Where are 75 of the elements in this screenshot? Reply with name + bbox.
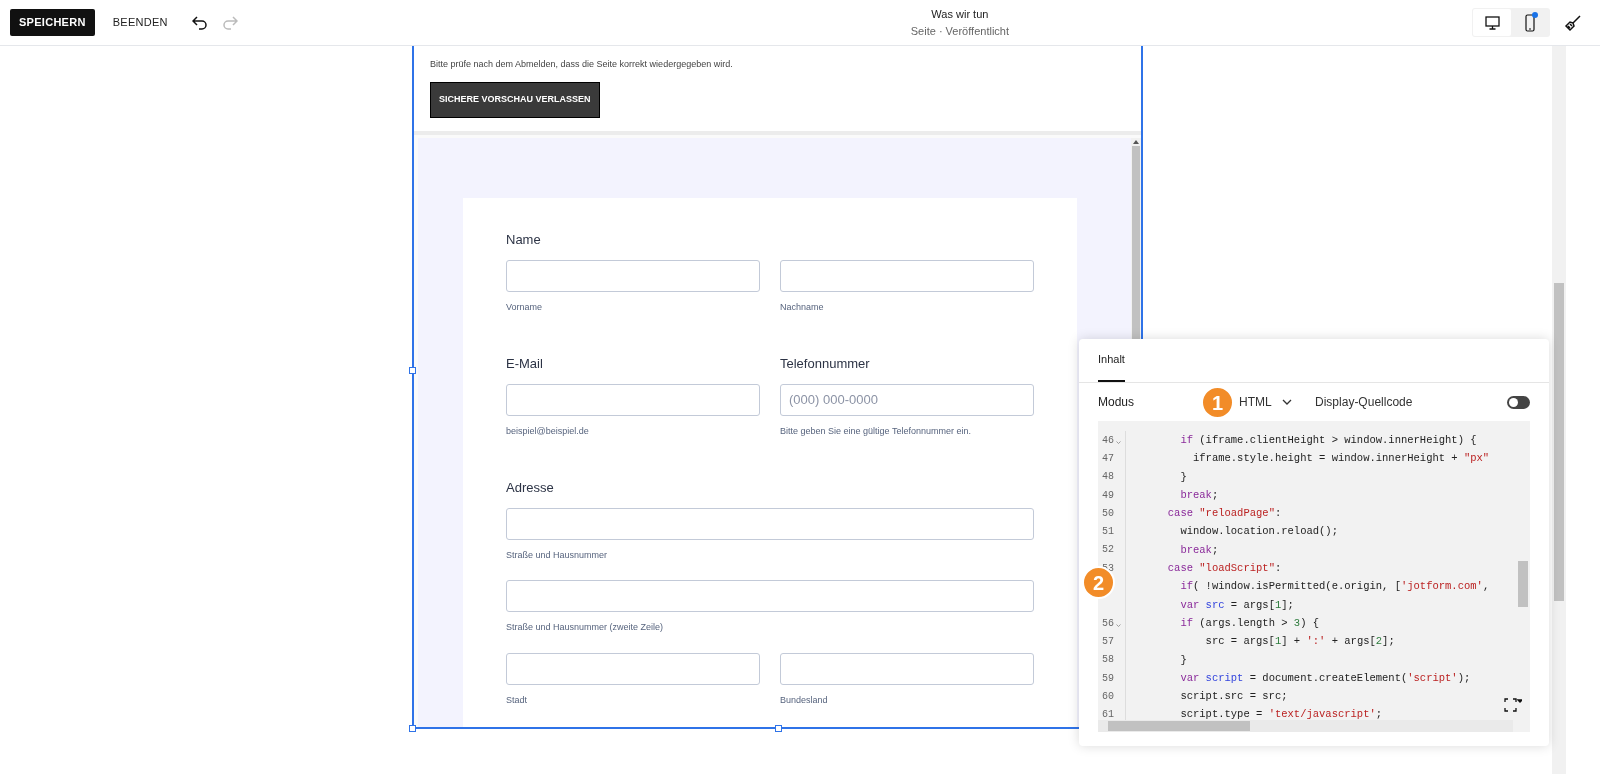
resize-handle[interactable] (409, 367, 416, 374)
page-status: Seite · Veröffentlicht (910, 23, 1009, 39)
line-number: 49 (1102, 488, 1114, 503)
field-hint: Nachname (780, 300, 825, 314)
code-line: break; (1179, 542, 1219, 558)
code-line: src = args[1] + ':' + args[2]; (1204, 634, 1395, 650)
line-number: 48 (1102, 470, 1114, 485)
save-button[interactable]: SPEICHERN (10, 9, 95, 36)
paintbrush-icon[interactable] (1564, 13, 1582, 32)
exit-preview-button[interactable]: SICHERE VORSCHAU VERLASSEN (430, 81, 600, 118)
text-field[interactable] (506, 507, 1034, 540)
field-label: E-Mail (506, 355, 544, 373)
scrollbar-thumb[interactable] (1108, 721, 1250, 731)
mode-label: Modus (1098, 394, 1135, 411)
redo-icon[interactable] (221, 15, 238, 30)
code-line: if( !window.isPermitted(e.origin, ['jotform.com', (1179, 579, 1490, 595)
field-label: Telefonnummer (780, 355, 870, 373)
line-number: 61 (1102, 708, 1114, 723)
notice-text: Bitte prüfe nach dem Abmelden, dass die Seite korrekt wiedergegeben wird. (430, 58, 734, 71)
code-line: iframe.style.height = window.innerHeight + "px" (1192, 451, 1490, 467)
line-number: 46 (1102, 433, 1114, 448)
line-number: 60 (1102, 689, 1114, 704)
text-field[interactable] (780, 259, 1034, 292)
text-field[interactable] (506, 652, 760, 685)
code-line: script.src = src; (1179, 689, 1288, 705)
line-number: 57 (1102, 634, 1114, 649)
code-line: case "reloadPage": (1166, 506, 1282, 522)
code-line: script.type = 'text/javascript'; (1179, 707, 1383, 723)
line-number: 58 (1102, 653, 1114, 668)
field-label: Adresse (506, 479, 555, 497)
scrollbar-thumb[interactable] (1518, 561, 1528, 607)
field-hint: Vorname (506, 300, 544, 314)
code-line: var script = document.createElement('script'); (1179, 670, 1471, 686)
fullscreen-icon[interactable] (1504, 698, 1522, 712)
field-hint: Bundesland (780, 693, 829, 707)
field-label: Name (506, 231, 542, 249)
chevron-down-icon (1281, 399, 1292, 405)
field-hint: Straße und Hausnummer (zweite Zeile) (506, 621, 665, 634)
text-field[interactable] (506, 580, 1034, 612)
line-number: 59 (1102, 671, 1114, 686)
scrollbar-thumb[interactable] (1554, 283, 1564, 601)
line-number: 50 (1102, 506, 1114, 521)
resize-handle[interactable] (409, 725, 416, 732)
undo-icon[interactable] (191, 15, 208, 30)
monitor-icon (1484, 15, 1500, 30)
text-field[interactable] (780, 652, 1034, 685)
code-line: case "loadScript": (1166, 561, 1282, 577)
code-line: } (1179, 469, 1187, 485)
code-line: } (1179, 652, 1187, 668)
code-line: break; (1179, 487, 1219, 503)
phone-icon (1525, 13, 1535, 32)
desktop-view-button[interactable] (1473, 9, 1511, 36)
text-field[interactable] (506, 383, 760, 416)
code-line: window.location.reload(); (1179, 524, 1338, 540)
scroll-up-icon[interactable] (1133, 140, 1139, 144)
line-number: 47 (1102, 451, 1114, 466)
exit-button[interactable]: BEENDEN (104, 14, 176, 31)
field-hint: Straße und Hausnummer (506, 548, 609, 562)
source-label: Display-Quellcode (1315, 394, 1414, 411)
line-number: 52 (1102, 543, 1114, 558)
text-field[interactable]: (000) 000-0000 (780, 383, 1034, 416)
resize-handle[interactable] (775, 725, 782, 732)
code-line: if (iframe.clientHeight > window.innerHeight) { (1179, 433, 1477, 448)
mode-dropdown[interactable]: HTML (1239, 393, 1316, 411)
field-hint: Bitte geben Sie eine gültige Telefonnummer ein. (780, 424, 972, 438)
line-number: 51 (1102, 525, 1114, 540)
code-line: var src = args[1]; (1179, 597, 1294, 613)
line-number: 56 (1102, 616, 1114, 631)
text-field[interactable] (506, 259, 760, 292)
page-title: Was wir tun (931, 7, 989, 22)
field-hint: Stadt (506, 693, 528, 707)
toggle-switch[interactable] (1507, 395, 1530, 409)
panel-tab[interactable]: Inhalt (1098, 339, 1125, 382)
code-line: if (args.length > 3) { (1179, 615, 1320, 631)
field-hint: beispiel@beispiel.de (506, 424, 590, 438)
